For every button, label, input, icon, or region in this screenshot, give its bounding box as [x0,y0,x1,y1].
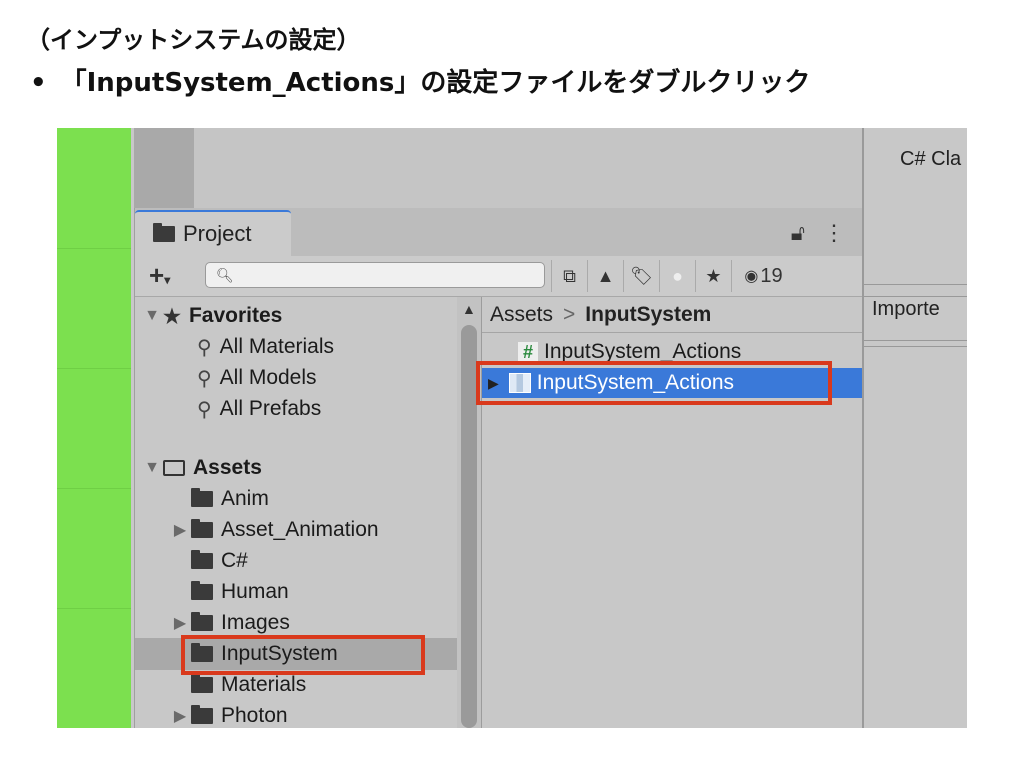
collapsed-arrow-icon[interactable]: ▶ [169,613,191,633]
favorite-item[interactable]: ⚲ All Materials [197,332,334,362]
folder-icon [191,581,213,600]
asset-list: Assets > InputSystem # InputSystem_Actio… [476,297,863,728]
folder-item-photon[interactable]: ▶ Photon [169,701,288,728]
csharp-script-icon: # [518,341,538,363]
package-count: 19 [760,264,783,287]
inspector-title: C# Cla [900,148,962,170]
assets-header[interactable]: ▼ Assets [141,453,262,483]
folder-icon [153,223,175,242]
folder-item-human[interactable]: Human [169,577,289,607]
lock-icon[interactable]: 🔓︎ [791,220,805,246]
folder-tree: ▼ ★ Favorites ⚲ All Materials ⚲ All Mode… [135,297,458,728]
folder-icon [191,612,213,631]
favorite-item[interactable]: ⚲ All Prefabs [197,394,321,424]
favorites-header[interactable]: ▼ ★ Favorites [141,301,282,331]
folder-item-anim[interactable]: Anim [169,484,269,514]
folder-icon [191,674,213,693]
breadcrumb-root[interactable]: Assets [490,303,553,327]
project-toolbar: +▾ 🔍︎ ⧉ ▲ 🏷︎ ● ★ ◉ 19 [135,256,863,297]
filter-by-label-icon[interactable]: 🏷︎ [623,260,659,292]
search-icon: ⚲ [197,336,212,359]
highlight-box-folder [181,635,425,675]
folder-icon [191,550,213,569]
search-input[interactable]: 🔍︎ [205,262,545,288]
top-panel-block [134,128,194,208]
inspector-imported-label: Importe [872,298,940,320]
filter-by-type-icon[interactable]: ▲ [587,260,623,292]
search-icon: ⚲ [197,367,212,390]
slide-bullet: • 「InputSystem_Actions」の設定ファイルをダブルクリック [30,62,810,99]
unity-editor-screenshot: Project 🔓︎ ⋮ +▾ 🔍︎ ⧉ ▲ 🏷︎ ● ★ ◉ 19 ▼ ★ F… [57,128,967,728]
slide-heading: （インプットシステムの設定） [26,26,361,54]
star-icon: ★ [163,305,181,328]
top-panel [194,128,862,208]
eye-icon: ◉ [744,268,759,285]
project-window: Project 🔓︎ ⋮ +▾ 🔍︎ ⧉ ▲ 🏷︎ ● ★ ◉ 19 ▼ ★ F… [134,208,863,728]
folder-item-asset-animation[interactable]: ▶ Asset_Animation [169,515,379,545]
search-icon: 🔍︎ [216,267,234,283]
collapsed-arrow-icon[interactable]: ▶ [169,706,191,726]
breadcrumb-current[interactable]: InputSystem [585,303,711,327]
folder-icon [191,488,213,507]
highlight-box-file [476,361,832,405]
favorite-star-icon[interactable]: ★ [695,260,731,292]
expand-arrow-icon[interactable]: ▼ [141,307,163,325]
tab-project-label: Project [183,221,252,246]
breadcrumb: Assets > InputSystem [482,297,863,333]
folder-icon [191,705,213,724]
search-by-type-icon[interactable]: ⧉ [551,260,587,292]
folder-open-icon [163,460,185,476]
bullet-text: 「InputSystem_Actions」の設定ファイルをダブルクリック [60,68,811,98]
folder-item-csharp[interactable]: C# [169,546,248,576]
folder-icon [191,519,213,538]
hidden-packages-toggle[interactable]: ◉ 19 [731,260,795,292]
bullet-mark: • [30,68,47,98]
more-vertical-icon[interactable]: ⋮ [823,220,845,246]
inspector-panel: C# Cla Importe [862,128,967,728]
tab-strip: Project 🔓︎ ⋮ [135,208,863,256]
breadcrumb-separator: > [563,302,576,326]
scroll-up-icon[interactable]: ▲ [462,301,476,317]
expand-arrow-icon[interactable]: ▼ [141,459,163,477]
log-filter-icon[interactable]: ● [659,260,695,292]
scroll-thumb[interactable] [461,325,477,728]
add-button[interactable]: +▾ [149,260,170,291]
folder-item-images[interactable]: ▶ Images [169,608,290,638]
scene-view[interactable] [57,128,131,728]
tab-project[interactable]: Project [135,210,291,256]
collapsed-arrow-icon[interactable]: ▶ [169,520,191,540]
favorite-item[interactable]: ⚲ All Models [197,363,317,393]
search-icon: ⚲ [197,398,212,421]
